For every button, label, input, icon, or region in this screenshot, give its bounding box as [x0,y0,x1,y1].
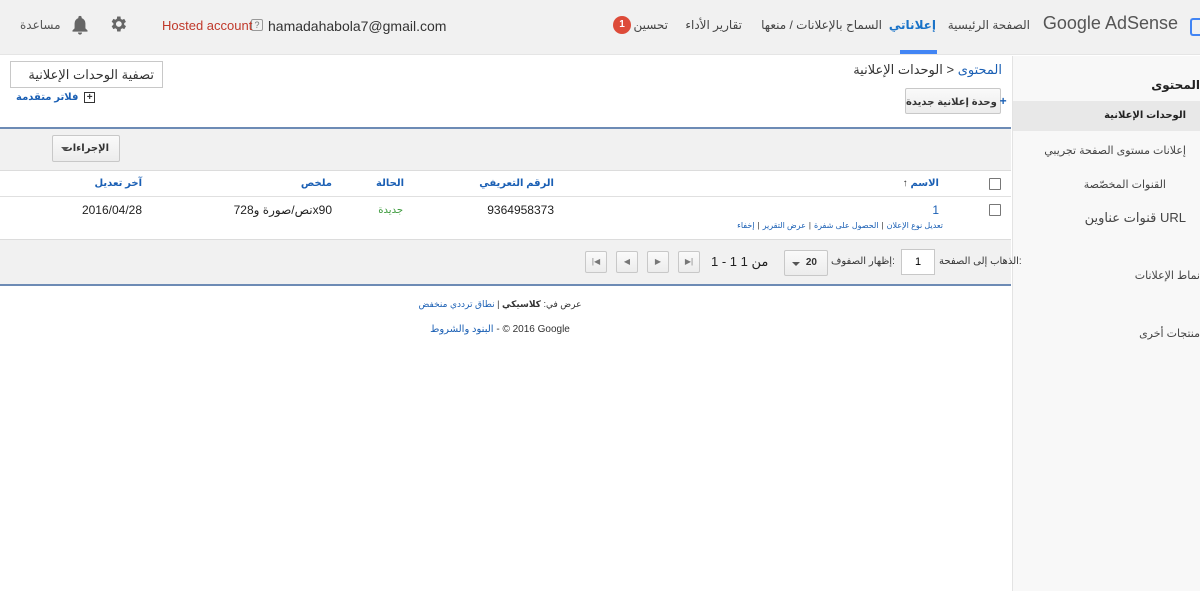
pagination-bar: |◀ ◀ ▶ ▶| 1 - 1 من 1 إظهار الصفوف: الذها… [0,240,1022,286]
view-in-label: عرض في: [543,299,582,309]
rows-per-page-select[interactable]: 20 [784,250,828,276]
link-view-report[interactable]: عرض التقرير [763,221,806,230]
footer-dash: - [496,324,500,335]
table-row: 1 9364958373 جديدة نص/صورة و728x90 2016/… [0,197,1011,240]
status-badge: جديدة [378,205,403,216]
help-link[interactable]: مساعدة [20,18,61,32]
goto-page-input[interactable] [901,249,935,275]
chevron-down-icon [792,262,800,266]
column-header-name-label: الاسم [910,178,939,189]
actions-dropdown[interactable]: الإجراءات [52,135,120,162]
ad-unit-name-link[interactable]: 1 [932,203,939,217]
bell-icon[interactable] [70,14,90,36]
optimize-count-badge: 1 [613,16,631,34]
table-toolbar: الإجراءات [0,129,1011,171]
advanced-filters-link[interactable]: فلاتر متقدمة + [16,92,96,104]
hosted-help-icon[interactable]: ? [251,19,263,31]
nav-active-indicator [900,50,937,54]
breadcrumb: المحتوى < الوحدات الإعلانية [853,62,1002,78]
link-hide[interactable]: إخفاء [737,221,754,230]
copyright-text: © 2016 Google [502,324,570,335]
ad-units-filter-input[interactable] [10,61,163,88]
column-header-last-modified[interactable]: آخر تعديل [95,178,143,189]
column-header-name[interactable]: ↑ الاسم [903,178,939,189]
row-action-links: تعديل نوع الإعلان|الحصول على شفرة|عرض ال… [737,221,943,230]
next-page-button[interactable]: ▶ [647,251,669,273]
sidebar-item-ad-units[interactable]: الوحدات الإعلانية [1104,110,1186,121]
ad-unit-summary: نص/صورة و728x90 [233,203,332,217]
gear-icon[interactable] [108,14,128,34]
row-checkbox[interactable] [989,204,1001,216]
breadcrumb-parent[interactable]: المحتوى [958,62,1002,77]
column-header-summary[interactable]: ملخص [301,178,332,189]
new-ad-unit-label: وحدة إعلانية جديدة [906,97,997,108]
rows-per-page-value: 20 [805,257,817,268]
advanced-filters-label: فلاتر متقدمة [16,92,79,104]
column-header-id[interactable]: الرقم التعريفي [479,178,554,189]
logo-edge-mark [1190,18,1200,36]
page-range-text: 1 - 1 من 1 [711,254,769,269]
ad-unit-last-modified: 2016/04/28 [81,203,142,217]
first-page-button[interactable]: |◀ [585,251,607,273]
footer-separator: | [497,299,500,309]
sort-asc-icon: ↑ [902,178,908,189]
goto-page-label: الذهاب إلى الصفحة: [939,256,1022,267]
nav-performance-reports[interactable]: تقارير الأداء [685,18,742,32]
new-ad-unit-button[interactable]: وحدة إعلانية جديدة + [905,88,1007,114]
top-bar: Google AdSense الصفحة الرئيسية إعلاناتي … [0,0,1200,55]
nav-allow-block-ads[interactable]: السماح بالإعلانات / منعها [761,18,882,32]
terms-link[interactable]: البنود والشروط [430,324,493,335]
sidebar-item-ad-styles[interactable]: نماط الإعلانات [1135,269,1200,282]
plus-icon: + [999,94,1007,108]
classic-view-label: كلاسيكي [501,299,541,309]
nav-home[interactable]: الصفحة الرئيسية [948,18,1030,32]
sidebar-heading-content[interactable]: المحتوى [1151,78,1200,92]
prev-page-button[interactable]: ◀ [616,251,638,273]
select-all-checkbox[interactable] [989,178,1001,190]
link-edit-ad-type[interactable]: تعديل نوع الإعلان [887,221,943,230]
link-get-code[interactable]: الحصول على شفرة [814,221,879,230]
nav-optimize[interactable]: تحسين [633,18,668,32]
last-page-button[interactable]: ▶| [678,251,700,273]
sidebar-item-page-level-ads[interactable]: إعلانات مستوى الصفحة تجريبي [1044,144,1186,157]
link-separator: | [881,221,884,230]
account-email[interactable]: hamadahabola7@gmail.com [268,18,446,34]
view-mode-footer: عرض في: كلاسيكي | نطاق ترددي منخفض [0,299,1000,310]
link-separator: | [808,221,811,230]
legal-footer: البنود والشروط - © 2016 Google [0,324,1000,335]
breadcrumb-separator: < [946,62,955,77]
sidebar-item-other-products[interactable]: منتجات أخرى [1139,327,1200,340]
rows-per-page-label: إظهار الصفوف: [831,256,895,267]
nav-my-ads[interactable]: إعلاناتي [889,18,936,32]
actions-label: الإجراءات [62,143,109,154]
sidebar-item-url-channels[interactable]: قنوات عناوين URL [1085,210,1186,226]
breadcrumb-current: الوحدات الإعلانية [853,62,943,77]
ad-unit-id: 9364958373 [487,203,554,217]
table-header: ↑ الاسم الرقم التعريفي الحالة ملخص آخر ت… [0,171,1011,197]
hosted-account-label: Hosted account [162,18,253,33]
low-bandwidth-link[interactable]: نطاق ترددي منخفض [419,299,495,309]
sidebar: المحتوى الوحدات الإعلانية إعلانات مستوى … [1012,56,1200,591]
expand-plus-icon: + [84,92,96,103]
column-header-status[interactable]: الحالة [376,178,404,189]
chevron-down-icon [61,147,69,151]
link-separator: | [757,221,760,230]
adsense-logo[interactable]: Google AdSense [1043,13,1178,34]
sidebar-item-custom-channels[interactable]: القنوات المخصّصة [1084,178,1166,191]
